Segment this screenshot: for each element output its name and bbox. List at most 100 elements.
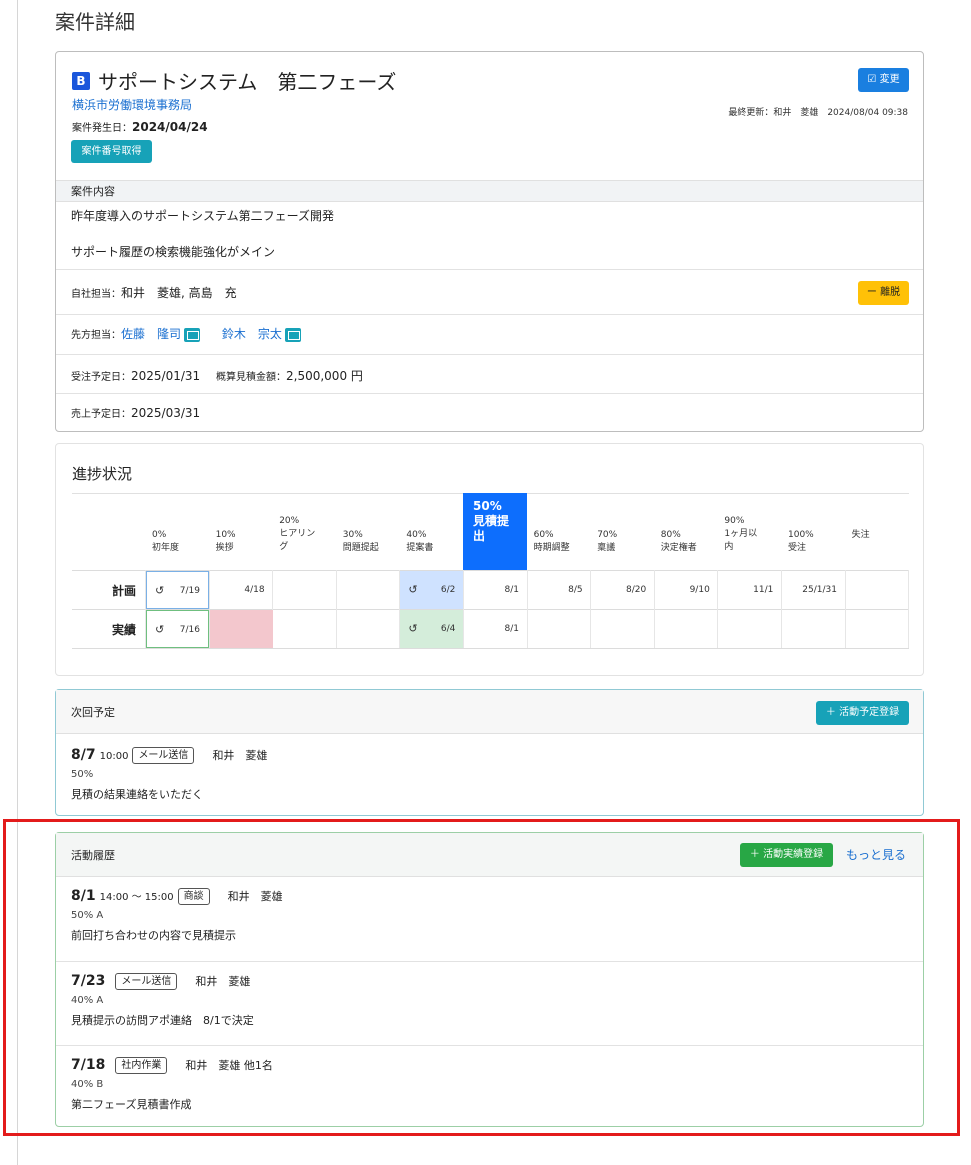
mail-icon[interactable]: [284, 327, 301, 342]
stage-header: 40% 提案書: [406, 530, 434, 553]
plan-cell[interactable]: 9/10: [655, 571, 718, 609]
entry-user: 和井 菱雄: [212, 749, 268, 762]
actual-cell[interactable]: [209, 610, 273, 648]
actual-cell[interactable]: [337, 610, 400, 648]
case-header: B サポートシステム 第二フェーズ 横浜市労働環境事務局 案件発生日：2024/…: [56, 52, 923, 180]
leave-button[interactable]: ー 離脱: [858, 281, 909, 305]
entry-time: 10:00: [99, 751, 129, 762]
plan-cell[interactable]: 8/1: [464, 571, 527, 609]
last-updated: 最終更新：和井 菱雄 2024/08/04 09:38: [728, 108, 908, 118]
plan-cell[interactable]: 4/18: [210, 571, 273, 609]
divider: [56, 269, 923, 270]
divider: [56, 314, 923, 315]
history-icon[interactable]: ↺: [155, 611, 164, 649]
plan-date: 7/19: [179, 586, 200, 596]
own-staff-names: 和井 菱雄, 高島 充: [121, 286, 237, 300]
entry-tag: メール送信: [132, 747, 195, 764]
case-info-card: B サポートシステム 第二フェーズ 横浜市労働環境事務局 案件発生日：2024/…: [55, 51, 924, 432]
actual-date: 6/4: [440, 624, 456, 634]
order-row: 受注予定日：2025/01/31 概算見積金額：2,500,000 円: [71, 367, 363, 384]
stage-header: 0% 初年度: [152, 530, 180, 553]
mail-icon[interactable]: [184, 327, 201, 342]
entry-note: 見積の結果連絡をいただく: [71, 788, 203, 801]
occurrence-date: 案件発生日：2024/04/24: [72, 119, 208, 134]
client-person-1[interactable]: 佐藤 隆司: [121, 327, 181, 341]
plan-cell[interactable]: [273, 571, 336, 609]
client-staff-label: 先方担当：: [71, 330, 121, 341]
history-icon[interactable]: ↺: [408, 571, 417, 609]
progress-title: 進捗状況: [72, 465, 133, 483]
stage-header: 10% 挨拶: [215, 530, 236, 553]
actual-cell[interactable]: [528, 610, 591, 648]
content-line-2: サポート履歴の検索機能強化がメイン: [71, 245, 276, 259]
client-link[interactable]: 横浜市労働環境事務局: [72, 96, 192, 113]
next-schedule-header: 次回予定: [56, 690, 923, 734]
highlight-annotation-box: [3, 819, 960, 1136]
plan-date: 11/1: [753, 585, 774, 595]
actual-cell[interactable]: ↺ 6/4: [400, 610, 464, 648]
rank-badge: B: [72, 72, 90, 90]
stage-header: 失注: [851, 530, 870, 540]
stage-header: 20% ヒアリング: [279, 516, 316, 552]
plan-cell[interactable]: 25/1/31: [782, 571, 845, 609]
actual-cell[interactable]: [655, 610, 718, 648]
stage-header: 90% 1ヶ月以内: [724, 516, 758, 552]
plan-cell[interactable]: 8/20: [591, 571, 654, 609]
actual-row-label: 実績: [112, 623, 137, 637]
add-plan-button[interactable]: ＋ 活動予定登録: [816, 701, 909, 725]
amount-value: 2,500,000 円: [286, 369, 363, 383]
client-staff-row: 先方担当：佐藤 隆司 鈴木 宗太: [71, 325, 301, 342]
next-schedule-title: 次回予定: [71, 706, 115, 719]
plan-cell[interactable]: ↺ 7/19: [146, 571, 209, 609]
stage-header: 70% 稟議: [597, 530, 618, 553]
stage-header: 80% 決定権者: [660, 530, 697, 553]
occurrence-value: 2024/04/24: [132, 120, 208, 134]
plan-cell[interactable]: 8/5: [528, 571, 591, 609]
case-title: サポートシステム 第二フェーズ: [98, 70, 397, 94]
divider: [56, 354, 923, 355]
plan-date: 9/10: [689, 585, 710, 595]
progress-table: 0% 初年度 10% 挨拶 20% ヒアリング 30% 問題提起 40% 提案書 60% 時期調整 70…: [72, 493, 910, 650]
plan-cell[interactable]: [846, 571, 909, 609]
page-title: 案件詳細: [55, 10, 135, 34]
content-section-label: 案件内容: [56, 180, 923, 202]
plan-row-label: 計画: [112, 584, 137, 598]
actual-cell[interactable]: 8/1: [464, 610, 527, 648]
sales-date-label: 売上予定日：: [71, 409, 131, 420]
plan-date: 4/18: [244, 585, 265, 595]
actual-cell[interactable]: [591, 610, 654, 648]
stage-header: 30% 問題提起: [342, 530, 379, 553]
edit-button[interactable]: ☑ 変更: [858, 68, 909, 92]
order-date: 2025/01/31: [131, 369, 201, 383]
actual-cell[interactable]: [846, 610, 909, 648]
stage-header: 100% 受注: [788, 530, 814, 553]
actual-cell[interactable]: [273, 610, 336, 648]
progress-card: 進捗状況 0% 初年度 10% 挨拶 20% ヒアリング 30% 問題提起 40% 提案書 60% 時…: [55, 443, 924, 676]
client-person-2[interactable]: 鈴木 宗太: [222, 327, 282, 341]
sales-date: 2025/03/31: [131, 406, 201, 420]
divider: [56, 393, 923, 394]
actual-date: 8/1: [504, 624, 519, 634]
own-staff-label: 自社担当：: [71, 289, 121, 300]
actual-cell[interactable]: [782, 610, 845, 648]
next-schedule-card: 次回予定 ＋ 活動予定登録 8/7 10:00 メール送信 和井 菱雄 50% 見積の…: [55, 689, 924, 816]
history-icon[interactable]: ↺: [408, 610, 417, 648]
order-date-label: 受注予定日：: [71, 372, 131, 383]
get-case-number-button[interactable]: 案件番号取得: [71, 140, 152, 163]
sales-row: 売上予定日：2025/03/31: [71, 405, 200, 420]
plan-cell[interactable]: ↺ 6/2: [400, 571, 464, 609]
occurrence-label: 案件発生日：: [72, 123, 132, 134]
entry-percent: 50%: [71, 769, 94, 780]
stage-header-active: 50% 見積提出: [463, 493, 527, 570]
plan-cell[interactable]: 11/1: [718, 571, 781, 609]
actual-date: 7/16: [179, 625, 200, 635]
actual-cell[interactable]: ↺ 7/16: [146, 610, 209, 648]
history-icon[interactable]: ↺: [155, 572, 164, 610]
plan-date: 8/5: [568, 585, 583, 595]
content-line-1: 昨年度導入のサポートシステム第二フェーズ開発: [71, 209, 335, 223]
plan-date: 8/1: [504, 585, 519, 595]
plan-date: 6/2: [440, 585, 456, 595]
plan-cell[interactable]: [337, 571, 400, 609]
actual-cell[interactable]: [718, 610, 781, 648]
next-entry: 8/7 10:00 メール送信 和井 菱雄 50% 見積の結果連絡をいただく: [71, 747, 891, 802]
